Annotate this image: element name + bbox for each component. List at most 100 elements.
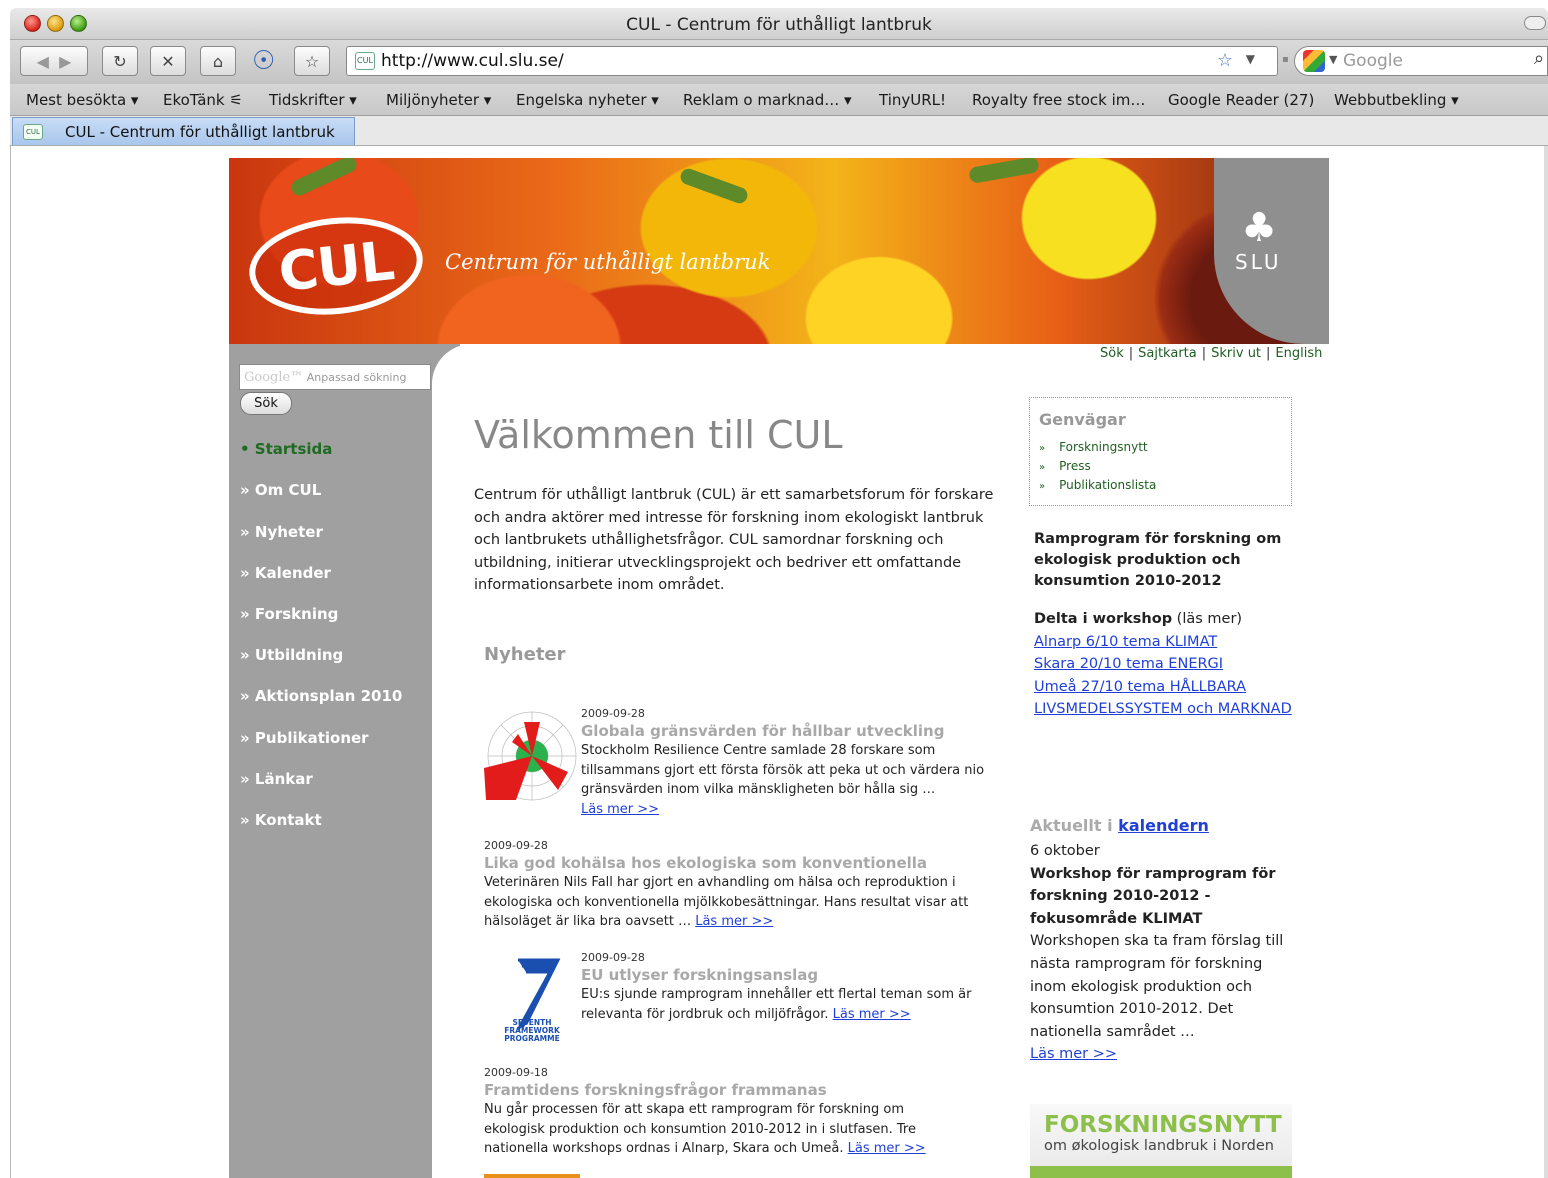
url-input[interactable]: http://www.cul.slu.se/ [381,51,564,71]
nav-kalender[interactable]: » Kalender [240,564,331,582]
event-date: 6 oktober [1030,843,1100,859]
search-bar[interactable]: ▼ Google [1294,46,1548,76]
stem-decoration [968,158,1040,184]
stop-icon: ✕ [161,51,175,71]
banner-tagline: Centrum för uthålligt lantbruk [445,250,771,274]
nav-kontakt[interactable]: » Kontakt [240,811,322,829]
sidebar [229,344,432,1178]
news-read-more-link[interactable]: Läs mer >> [695,914,773,929]
next-news-thumbnail[interactable] [484,1174,580,1178]
tab-favicon-icon: CUL [23,124,43,140]
addon-icon[interactable]: ☉ [252,46,282,78]
workshop-read-more[interactable]: (läs mer) [1172,611,1242,627]
bookmark-ekotank[interactable]: EkoTänk ⚟ [163,91,243,109]
bookmark-miljonyheter[interactable]: Miljönyheter ▾ [386,91,491,109]
back-forward-button[interactable]: ◀ ▶ [20,46,88,76]
bookmark-tinyurl[interactable]: TinyURL! [879,91,946,109]
news-title[interactable]: Framtidens forskningsfrågor frammanas [484,1081,827,1099]
workshop-link-skara[interactable]: Skara 20/10 tema ENERGI [1034,653,1294,676]
news-title[interactable]: Lika god kohälsa hos ekologiska som konv… [484,854,927,872]
nav-forskning[interactable]: » Forskning [240,605,338,623]
page-title: Välkommen till CUL [474,413,843,457]
nav-startsida[interactable]: • Startsida [240,440,332,458]
shortcut-forskningsnytt[interactable]: » Forskningsnytt [1039,440,1148,454]
news-date: 2009-09-28 [484,839,548,852]
reload-icon: ↻ [113,51,127,71]
google-brand: Google™ [244,370,304,385]
nav-utbildning[interactable]: » Utbildning [240,646,343,664]
event-read-more-link[interactable]: Läs mer >> [1030,1046,1117,1062]
bookmark-royalty-free[interactable]: Royalty free stock im… [972,91,1145,109]
news-thumbnail-radar[interactable] [482,706,578,802]
bookmark-reklam[interactable]: Reklam o marknad… ▾ [683,91,852,109]
news-heading: Nyheter [484,644,566,665]
engine-dropdown-icon[interactable]: ▼ [1329,53,1337,66]
link-english[interactable]: English [1275,346,1322,361]
utility-links: Sök | Sajtkarta | Skriv ut | English [1100,346,1323,361]
bookmark-mest-besokta[interactable]: Mest besökta ▾ [26,91,138,109]
reload-button[interactable]: ↻ [102,46,138,76]
news-body: Nu går processen för att skapa ett rampr… [484,1102,926,1156]
google-engine-icon[interactable] [1303,50,1325,72]
toolbar-toggle-button[interactable] [1524,16,1546,30]
stop-button[interactable]: ✕ [150,46,186,76]
shortcut-publikationslista[interactable]: » Publikationslista [1039,478,1156,492]
news-title[interactable]: Globala gränsvärden för hållbar utveckli… [581,722,944,740]
bookmark-tidskrifter[interactable]: Tidskrifter ▾ [269,91,357,109]
home-button[interactable]: ⌂ [200,46,236,76]
bookmark-webbutbekling[interactable]: Webbutbekling ▾ [1334,91,1459,109]
forskningsnytt-banner[interactable]: FORSKNINGSNYTT om økologisk landbruk i N… [1030,1104,1292,1178]
forskningsnytt-title: FORSKNINGSNYTT [1044,1112,1282,1138]
cul-logo[interactable]: CUL [244,209,428,323]
nav-aktionsplan[interactable]: » Aktionsplan 2010 [240,687,402,705]
search-magnifier-icon[interactable]: ⌕ [1534,48,1544,69]
bookmarks-bar: Mest besökta ▾ EkoTänk ⚟ Tidskrifter ▾ M… [10,84,1548,116]
site-search-button[interactable]: Sök [240,392,292,415]
star-icon: ☆ [304,51,320,71]
workshop-block: Delta i workshop (läs mer) Alnarp 6/10 t… [1034,608,1294,721]
bookmark-button[interactable]: ☆ [294,46,330,76]
tab-label: CUL - Centrum för uthålligt lantbruk [65,123,335,141]
news-read-more-link[interactable]: Läs mer >> [581,802,659,817]
bookmark-google-reader[interactable]: Google Reader (27) [1168,91,1314,109]
forskningsnytt-bar [1030,1166,1292,1178]
intro-text: Centrum för uthålligt lantbruk (CUL) är … [474,487,994,593]
back-icon[interactable]: ◀ [37,52,49,71]
nav-nyheter[interactable]: » Nyheter [240,523,323,541]
link-skriv-ut[interactable]: Skriv ut [1211,346,1261,361]
nav-om-cul[interactable]: » Om CUL [240,481,321,499]
calendar-link[interactable]: kalendern [1118,816,1209,835]
tab-strip: CUL CUL - Centrum för uthålligt lantbruk [10,116,1548,146]
site-search-input[interactable]: Google™ Anpassad sökning [239,364,431,390]
news-read-more-link[interactable]: Läs mer >> [848,1141,926,1156]
shortcuts-title: Genvägar [1039,410,1126,429]
nav-publikationer[interactable]: » Publikationer [240,729,369,747]
news-read-more-link[interactable]: Läs mer >> [833,1007,911,1022]
link-sok[interactable]: Sök [1100,346,1124,361]
header-banner: CUL Centrum för uthålligt lantbruk ♣ SLU [229,158,1329,344]
url-bar[interactable]: CUL http://www.cul.slu.se/ ☆ ▼ [346,46,1278,76]
news-date: 2009-09-28 [581,951,645,964]
workshop-link-umea[interactable]: Umeå 27/10 tema HÅLLBARA LIVSMEDELSSYSTE… [1034,676,1294,721]
forward-icon[interactable]: ▶ [59,52,71,71]
tab-cul[interactable]: CUL CUL - Centrum för uthålligt lantbruk [12,117,355,145]
nav-lankar[interactable]: » Länkar [240,770,313,788]
news-title[interactable]: EU utlyser forskningsanslag [581,966,818,984]
separator-icon: ▪ [1282,54,1289,65]
news-body: EU:s sjunde ramprogram innehåller ett fl… [581,987,972,1022]
news-date: 2009-09-28 [581,707,645,720]
stem-decoration [678,166,750,206]
shortcut-press[interactable]: » Press [1039,459,1091,473]
vertical-scrollbar[interactable] [1544,146,1548,1178]
url-history-dropdown-icon[interactable]: ▼ [1246,52,1255,66]
event-body: Workshopen ska ta fram förslag till näst… [1030,933,1284,1040]
link-sajtkarta[interactable]: Sajtkarta [1138,346,1197,361]
bookmark-star-icon[interactable]: ☆ [1217,50,1233,71]
site-favicon-icon: CUL [355,52,375,70]
slu-logo-text[interactable]: SLU [1235,250,1281,274]
search-input[interactable]: Google [1343,51,1403,71]
event-title: Workshop för ramprogram för forskning 20… [1030,865,1276,927]
bookmark-engelska-nyheter[interactable]: Engelska nyheter ▾ [516,91,659,109]
slu-leaf-icon[interactable]: ♣ [1229,208,1289,248]
workshop-link-alnarp[interactable]: Alnarp 6/10 tema KLIMAT [1034,631,1294,654]
